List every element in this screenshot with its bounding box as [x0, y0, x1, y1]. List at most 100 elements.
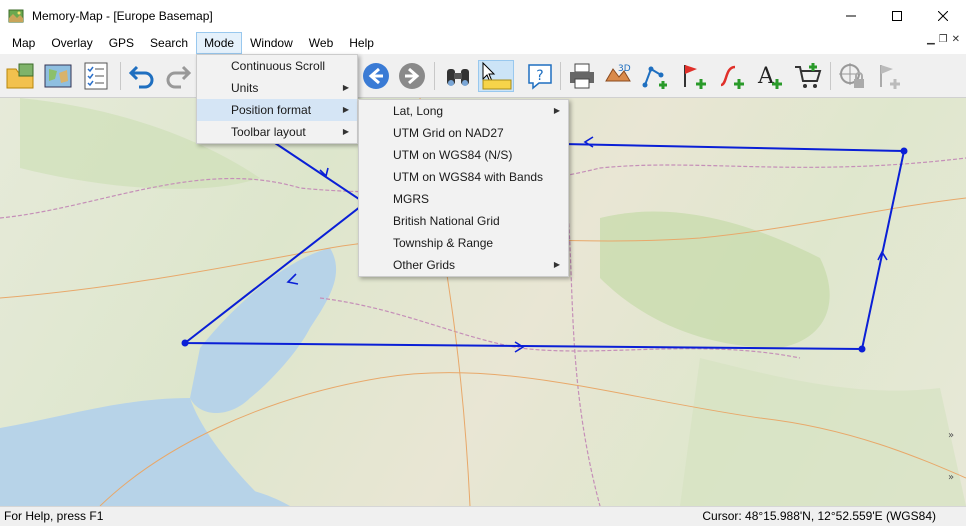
- mdi-close-icon[interactable]: ✕: [952, 34, 960, 45]
- adriatic-sea: [190, 248, 337, 413]
- back-button[interactable]: [360, 60, 392, 92]
- menu-item-label: UTM on WGS84 (N/S): [393, 148, 513, 162]
- menu-item-label: Toolbar layout: [231, 125, 306, 139]
- mdi-restore-icon[interactable]: ❐: [939, 34, 948, 45]
- redo-icon: [166, 65, 192, 89]
- mdi-minimize-icon[interactable]: ▁: [927, 34, 935, 45]
- flag-add-icon: [684, 65, 706, 89]
- menu-item-label: Position format: [231, 103, 312, 117]
- shop-button[interactable]: [792, 60, 824, 92]
- svg-text:3D: 3D: [618, 64, 631, 74]
- svg-text:?: ?: [536, 68, 543, 84]
- gps-lock-button[interactable]: [836, 60, 868, 92]
- submenu-lat-long[interactable]: Lat, Long ▶: [359, 100, 568, 122]
- menu-item-label: MGRS: [393, 192, 429, 206]
- new-track-button[interactable]: [716, 60, 748, 92]
- gps-lock-icon: [839, 63, 864, 88]
- new-mark-button[interactable]: [678, 60, 710, 92]
- list-button[interactable]: [80, 60, 112, 92]
- submenu-arrow-icon: ▶: [342, 83, 349, 92]
- toolbar: ? 3D A: [0, 54, 966, 98]
- menu-search[interactable]: Search: [142, 32, 196, 54]
- submenu-british-national-grid[interactable]: British National Grid: [359, 210, 568, 232]
- arrow-left-icon: [363, 63, 389, 89]
- help-button[interactable]: ?: [524, 60, 556, 92]
- route-waypoint: [858, 345, 866, 353]
- forest-area: [680, 358, 966, 506]
- close-icon: [938, 11, 948, 21]
- window-title: Memory-Map - [Europe Basemap]: [32, 9, 213, 23]
- submenu-arrow-icon: ▶: [342, 127, 349, 136]
- menu-map[interactable]: Map: [4, 32, 43, 54]
- overview-map-button[interactable]: [42, 60, 74, 92]
- submenu-township-range[interactable]: Township & Range: [359, 232, 568, 254]
- track-add-icon: [720, 65, 744, 89]
- menu-bar: Map Overlay GPS Search Mode Window Web H…: [0, 32, 966, 54]
- 3d-view-button[interactable]: 3D: [602, 60, 634, 92]
- 3d-map-icon: 3D: [605, 64, 631, 82]
- forest-area: [600, 211, 830, 348]
- menu-gps[interactable]: GPS: [101, 32, 142, 54]
- route-waypoint: [181, 339, 189, 347]
- menu-item-label: Other Grids: [393, 258, 456, 272]
- map-icon: [44, 64, 72, 88]
- maximize-button[interactable]: [874, 0, 920, 32]
- find-button[interactable]: [442, 60, 474, 92]
- status-bar: For Help, press F1 Cursor: 48°15.988'N, …: [0, 506, 966, 526]
- new-text-button[interactable]: A: [754, 60, 786, 92]
- menu-position-format[interactable]: Position format ▶: [197, 99, 357, 121]
- help-bubble-icon: ?: [528, 64, 552, 90]
- checklist-icon: [84, 62, 108, 90]
- menu-item-label: UTM on WGS84 with Bands: [393, 170, 544, 184]
- redo-button[interactable]: [162, 60, 194, 92]
- maximize-icon: [892, 11, 902, 21]
- new-route-button[interactable]: [640, 60, 672, 92]
- cart-add-icon: [795, 63, 822, 88]
- menu-overlay[interactable]: Overlay: [43, 32, 100, 54]
- close-button[interactable]: [920, 0, 966, 32]
- submenu-utm-wgs84-bands[interactable]: UTM on WGS84 with Bands: [359, 166, 568, 188]
- submenu-other-grids[interactable]: Other Grids ▶: [359, 254, 568, 276]
- forward-button[interactable]: [396, 60, 428, 92]
- status-help-text: For Help, press F1: [4, 509, 104, 523]
- flag-disabled-icon: [880, 65, 900, 89]
- menu-item-label: British National Grid: [393, 214, 500, 228]
- route-add-icon: [642, 66, 667, 89]
- route-arrow: [514, 341, 525, 353]
- mode-menu: Continuous Scroll Units ▶ Position forma…: [196, 54, 358, 144]
- menu-item-label: Township & Range: [393, 236, 494, 250]
- open-map-button[interactable]: [4, 60, 36, 92]
- binoculars-icon: [447, 69, 469, 86]
- mdi-controls: ▁ ❐ ✕: [927, 34, 960, 45]
- menu-item-label: Lat, Long: [393, 104, 444, 118]
- menu-help[interactable]: Help: [341, 32, 382, 54]
- route-waypoint: [900, 147, 908, 155]
- print-button[interactable]: [566, 60, 598, 92]
- submenu-arrow-icon: ▶: [342, 105, 349, 114]
- folder-map-icon: [6, 63, 34, 89]
- status-cursor-position: Cursor: 48°15.988'N, 12°52.559'E (WGS84): [702, 509, 936, 523]
- menu-window[interactable]: Window: [242, 32, 301, 54]
- menu-units[interactable]: Units ▶: [197, 77, 357, 99]
- submenu-arrow-icon: ▶: [553, 106, 560, 115]
- submenu-utm-nad27[interactable]: UTM Grid on NAD27: [359, 122, 568, 144]
- menu-toolbar-layout[interactable]: Toolbar layout ▶: [197, 121, 357, 143]
- gps-mark-button[interactable]: [872, 60, 904, 92]
- arrow-right-icon: [399, 63, 425, 89]
- submenu-mgrs[interactable]: MGRS: [359, 188, 568, 210]
- minimize-icon: [846, 15, 856, 17]
- cursor-select-icon: [482, 61, 512, 90]
- app-icon: [8, 9, 24, 23]
- undo-button[interactable]: [126, 60, 158, 92]
- menu-mode[interactable]: Mode: [196, 32, 243, 54]
- submenu-utm-wgs84-ns[interactable]: UTM on WGS84 (N/S): [359, 144, 568, 166]
- minimize-button[interactable]: [828, 0, 874, 32]
- menu-web[interactable]: Web: [301, 32, 341, 54]
- select-tool-button[interactable]: [478, 60, 514, 92]
- menu-item-label: Units: [231, 81, 259, 95]
- title-bar: Memory-Map - [Europe Basemap]: [0, 0, 966, 32]
- menu-continuous-scroll[interactable]: Continuous Scroll: [197, 55, 357, 77]
- scroll-indicator: »: [948, 430, 954, 441]
- undo-icon: [128, 65, 154, 89]
- printer-icon: [570, 63, 594, 89]
